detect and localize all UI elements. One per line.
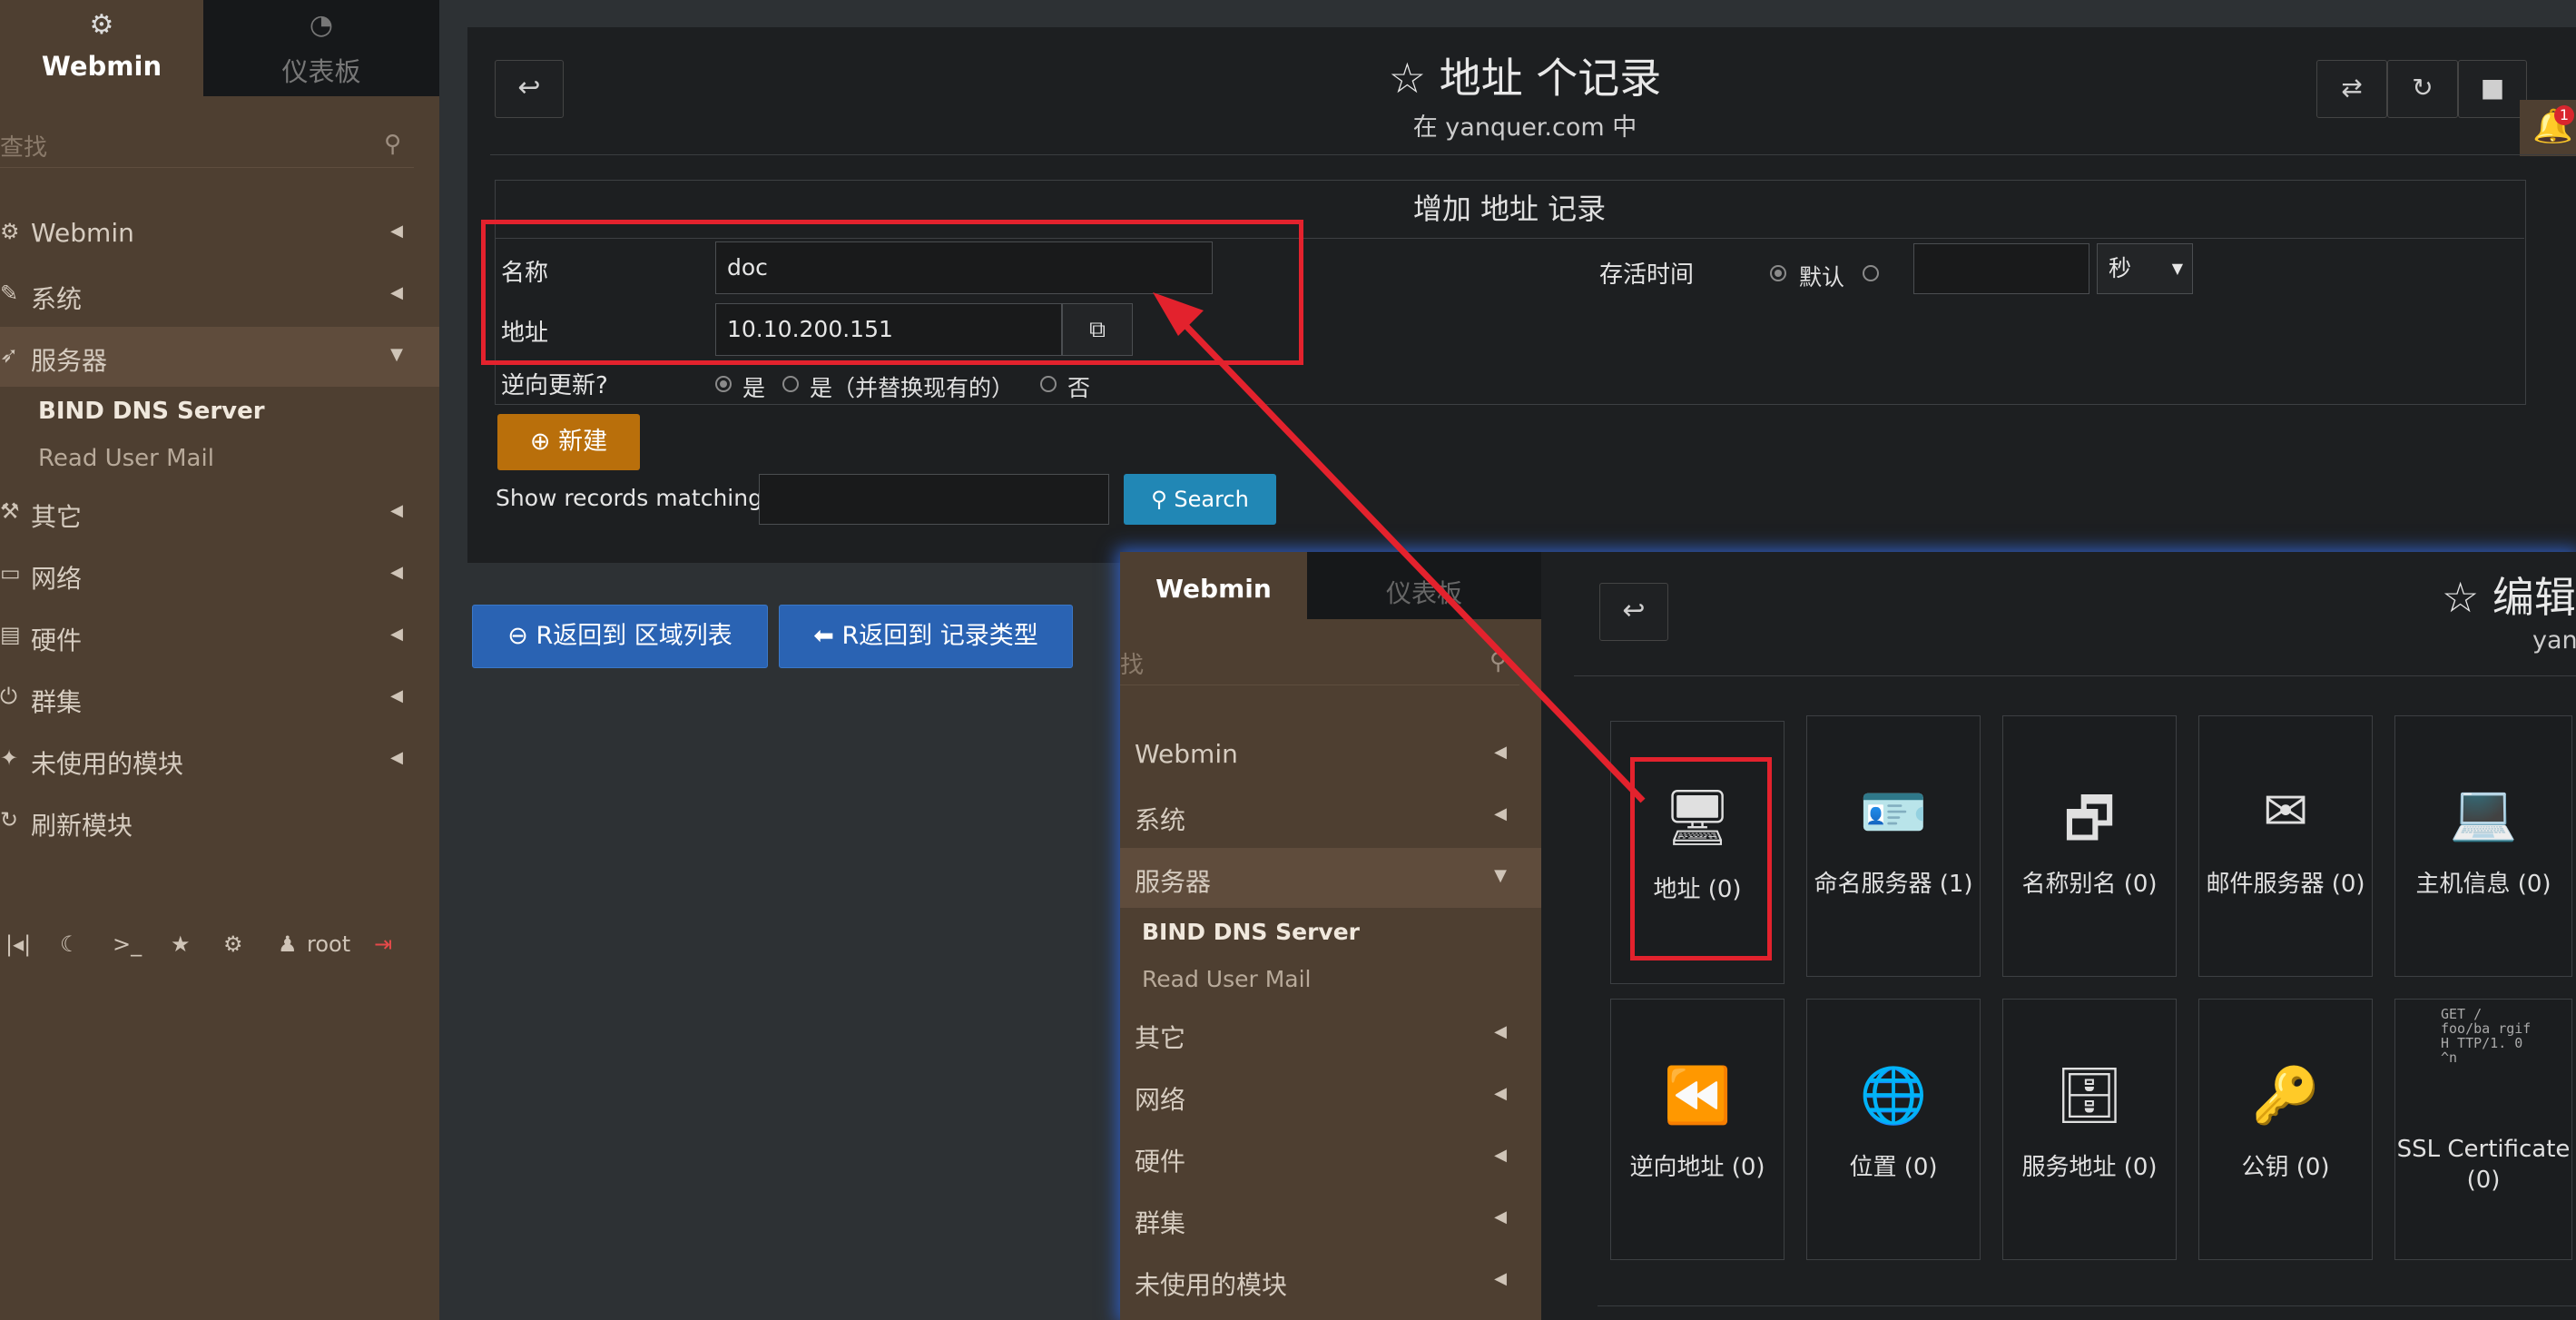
annotation-arrow-head xyxy=(1153,292,1204,336)
annotation-arrow xyxy=(1153,292,1646,803)
annotation-arrow-line xyxy=(1177,317,1646,803)
